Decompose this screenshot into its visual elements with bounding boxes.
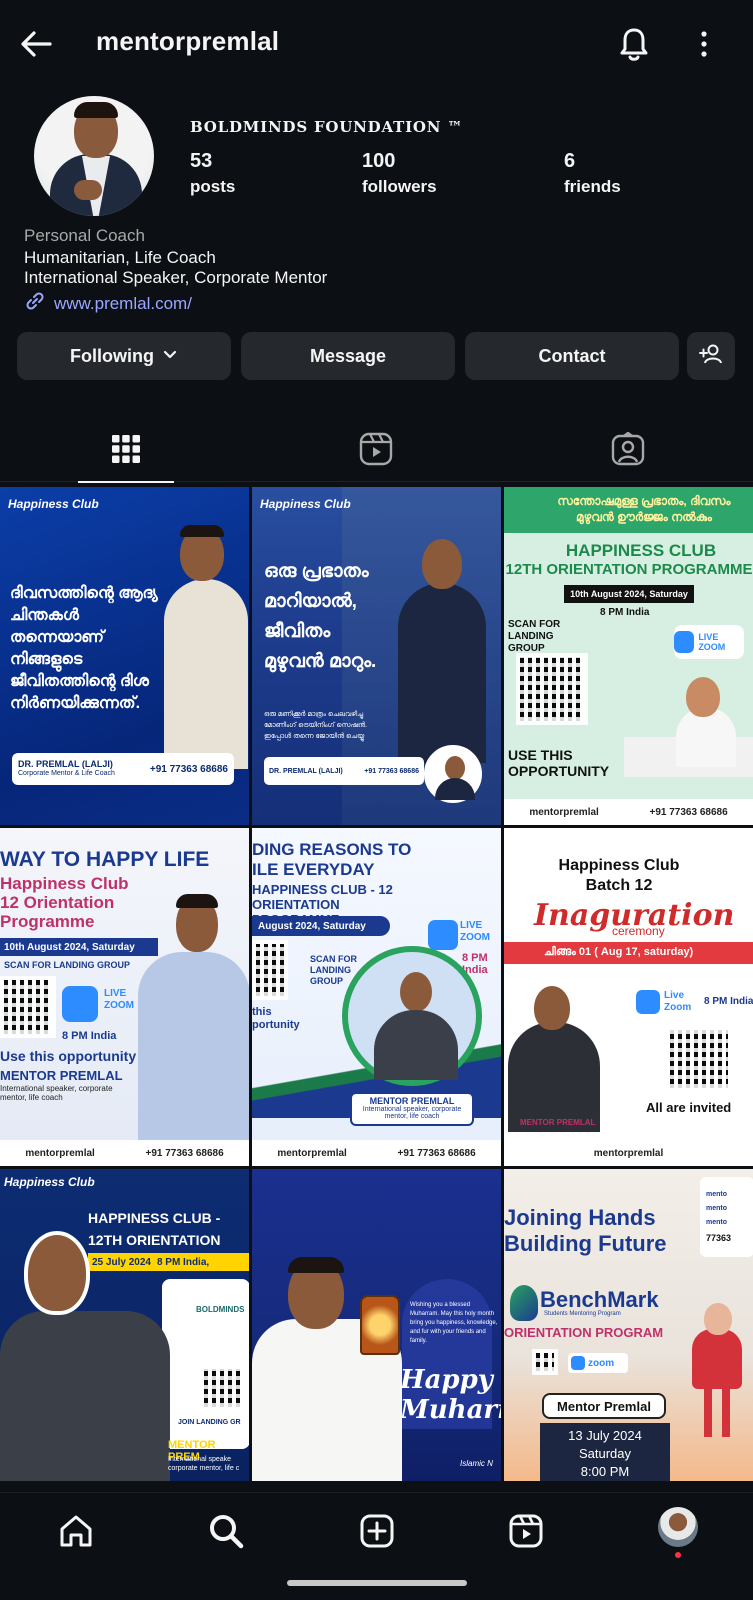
create-post-icon[interactable] [357, 1511, 397, 1551]
notification-dot [675, 1552, 681, 1558]
qr-code [200, 1365, 246, 1411]
suggested-people-button[interactable] [687, 332, 735, 380]
tab-tagged[interactable] [580, 420, 676, 482]
lantern-icon [360, 1295, 400, 1355]
qr-code [666, 1026, 732, 1092]
tab-reels[interactable] [328, 420, 424, 482]
profile-tabs [0, 420, 753, 483]
post-thumbnail[interactable]: Happiness Club ദിവസത്തിന്റെ ആദ്യ ചിന്തകൾ… [0, 487, 249, 825]
post-thumbnail[interactable]: Joining Hands Building Future mento ment… [504, 1169, 753, 1481]
qr-code [252, 940, 288, 1000]
tagged-person-icon [611, 431, 645, 471]
profile-bio: Humanitarian, Life Coach International S… [24, 248, 328, 287]
notification-bell-icon[interactable] [614, 22, 654, 66]
post-thumbnail[interactable]: Happiness Club HAPPINESS CLUB - 12TH ORI… [0, 1169, 249, 1481]
qr-code [532, 1349, 558, 1375]
post-thumbnail[interactable]: DING REASONS TO ILE EVERYDAY HAPPINESS C… [252, 828, 501, 1166]
message-button[interactable]: Message [241, 332, 455, 380]
home-icon[interactable] [56, 1511, 96, 1551]
add-person-icon [698, 341, 724, 372]
post-thumbnail[interactable]: WAY TO HAPPY LIFE Happiness Club 12 Orie… [0, 828, 249, 1166]
home-indicator[interactable] [287, 1580, 467, 1586]
profile-username: mentorpremlal [96, 26, 280, 56]
post-thumbnail[interactable]: Wishing you a blessed Muharram. May this… [252, 1169, 501, 1481]
following-button[interactable]: Following [17, 332, 231, 380]
post-thumbnail[interactable]: Happiness Club Batch 12 Inaguration cere… [504, 828, 753, 1166]
reels-icon [359, 432, 393, 471]
tab-posts-grid[interactable] [78, 420, 174, 483]
followers-count[interactable]: 100 followers [362, 150, 437, 197]
contact-button[interactable]: Contact [465, 332, 679, 380]
bottom-navigation [0, 1492, 753, 1568]
profile-nav-avatar[interactable] [658, 1507, 698, 1547]
post-thumbnail[interactable]: സന്തോഷമുള്ള പ്രഭാതം, ദിവസം മുഴുവൻ ഊർജ്ജം… [504, 487, 753, 825]
post-thumbnail[interactable]: Happiness Club ഒരു പ്രഭാതം മാറിയാൽ, ജീവി… [252, 487, 501, 825]
more-options-icon[interactable] [692, 24, 716, 64]
qr-code [516, 653, 588, 725]
reels-nav-icon[interactable] [506, 1511, 546, 1551]
posts-count[interactable]: 53 posts [190, 150, 235, 197]
profile-avatar[interactable] [34, 96, 154, 216]
top-bar: mentorpremlal [0, 0, 753, 86]
profile-category: Personal Coach [24, 226, 145, 245]
profile-link[interactable]: www.premlal.com/ [24, 290, 192, 317]
grid-icon [111, 434, 141, 469]
qr-code [0, 976, 56, 1038]
chevron-down-icon [162, 346, 178, 367]
search-icon[interactable] [206, 1511, 246, 1551]
friends-count[interactable]: 6 friends [564, 150, 621, 197]
link-icon [24, 290, 46, 317]
back-arrow-icon[interactable] [16, 24, 56, 64]
profile-full-name: BOLDMINDS FOUNDATION ™ [190, 118, 464, 136]
